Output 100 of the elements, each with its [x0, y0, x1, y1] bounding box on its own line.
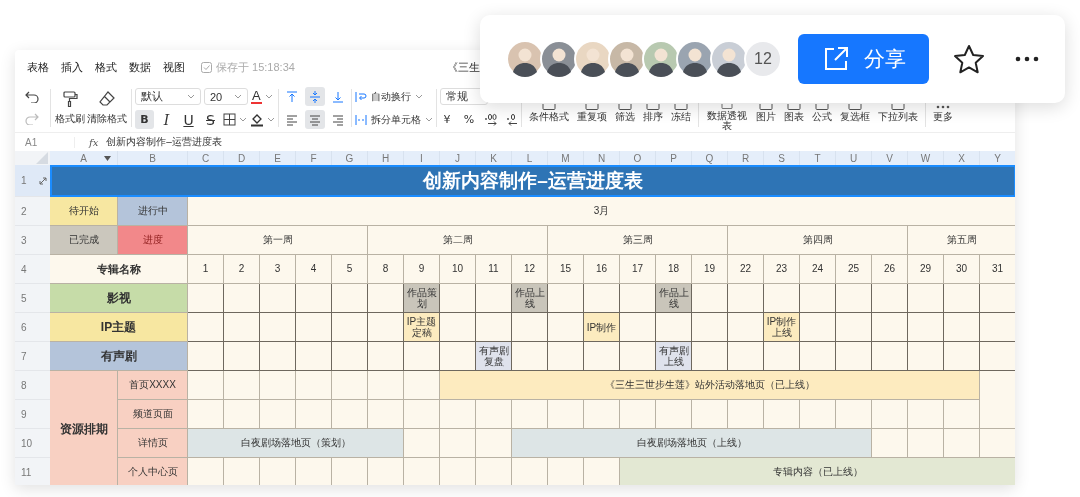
toolbar-button[interactable]: 图片 — [752, 85, 780, 131]
day-cell: 17 — [620, 255, 656, 284]
column-header[interactable]: P — [670, 152, 677, 164]
toolbar-button[interactable]: 公式 — [808, 85, 836, 131]
row-header[interactable]: 6 — [21, 321, 27, 333]
row-header[interactable]: 8 — [21, 379, 27, 391]
clear-format-button[interactable]: 清除格式 — [86, 90, 128, 126]
table-cell: 个人中心页 — [118, 458, 188, 485]
week-cell: 第一周 — [188, 226, 368, 255]
table-cell: 频道页面 — [118, 400, 188, 429]
week-cell: 第四周 — [728, 226, 908, 255]
button-label: 自动换行 — [371, 89, 411, 104]
row-header[interactable]: 9 — [21, 408, 27, 420]
day-cell: 25 — [836, 255, 872, 284]
day-cell: 19 — [692, 255, 728, 284]
day-cell: 29 — [908, 255, 944, 284]
percent-button[interactable]: % — [462, 110, 476, 129]
day-cell: 11 — [476, 255, 512, 284]
split-cells-button[interactable]: 拆分单元格 — [355, 112, 433, 127]
column-header[interactable]: F — [310, 152, 317, 164]
toolbar-button[interactable]: 筛选 — [611, 85, 639, 131]
day-cell: 26 — [872, 255, 908, 284]
row-header[interactable]: 4 — [21, 263, 27, 275]
week-cell: 第三周 — [548, 226, 728, 255]
text-style-button[interactable]: U — [179, 110, 198, 129]
row-header[interactable]: 1 — [21, 175, 27, 186]
day-cell: 23 — [764, 255, 800, 284]
formula-field[interactable]: 创新内容制作–运营进度表 — [106, 135, 222, 149]
category-cell: IP主题 — [50, 313, 188, 342]
toolbar-button[interactable]: 条件格式 — [525, 85, 573, 131]
day-cell: 2 — [224, 255, 260, 284]
cell-reference[interactable]: A1 — [15, 136, 75, 148]
button-label: 拆分单元格 — [371, 112, 421, 127]
week-cell: 第二周 — [368, 226, 548, 255]
document-title: 《三生 — [447, 59, 480, 75]
menu-item[interactable]: 格式 — [95, 59, 117, 75]
task-cell: 作品策划 — [404, 284, 440, 313]
column-header[interactable]: B — [149, 152, 156, 164]
day-cell: 30 — [944, 255, 980, 284]
column-header[interactable]: A — [80, 152, 87, 164]
row-header[interactable]: 5 — [21, 292, 27, 304]
sheet-title: 创新内容制作–运营进度表 — [50, 165, 1015, 197]
share-button[interactable]: 分享 — [798, 34, 929, 84]
font-select[interactable]: 默认 — [135, 88, 201, 105]
legend-cell: 进行中 — [118, 197, 188, 226]
toolbar-button[interactable]: 下拉列表 — [874, 85, 922, 131]
column-header[interactable]: S — [778, 152, 785, 164]
row-header[interactable]: 11 — [21, 466, 32, 478]
font-size-select[interactable]: 20 — [204, 88, 248, 105]
task-cell: 作品上线 — [656, 284, 692, 313]
column-header[interactable]: X — [958, 152, 965, 164]
menu-item[interactable]: 表格 — [27, 59, 49, 75]
schedule-bar: 专辑内容（已上线） — [620, 458, 1015, 485]
table-cell: 详情页 — [118, 429, 188, 458]
schedule-bar: 《三生三世步生莲》站外活动落地页（已上线） — [440, 371, 980, 400]
menu-item[interactable]: 视图 — [163, 59, 185, 75]
text-style-button[interactable]: I — [157, 110, 176, 129]
menu-item[interactable]: 插入 — [61, 59, 83, 75]
day-cell: 3 — [260, 255, 296, 284]
currency-button[interactable]: ¥ — [440, 110, 454, 129]
day-cell: 24 — [800, 255, 836, 284]
column-header[interactable]: E — [274, 152, 281, 164]
schedule-bar: 白夜剧场落地页（上线） — [512, 429, 872, 458]
text-style-button[interactable]: B — [135, 110, 154, 129]
legend-cell: 待开始 — [50, 197, 118, 226]
column-header[interactable]: V — [886, 152, 893, 164]
schedule-bar: 白夜剧场落地页（策划） — [188, 429, 404, 458]
column-header[interactable]: Y — [994, 152, 1001, 164]
save-status: 保存于 15:18:34 — [216, 59, 295, 75]
toolbar-button[interactable]: 复选框 — [836, 85, 874, 131]
day-cell: 10 — [440, 255, 476, 284]
column-header[interactable]: J — [455, 152, 460, 164]
text-style-button[interactable]: S — [201, 110, 220, 129]
toolbar-button[interactable]: 数据透视表 — [702, 85, 752, 131]
legend-cell: 进度 — [118, 226, 188, 255]
wrap-text-button[interactable]: 自动换行 — [355, 89, 423, 104]
function-label: fx — [89, 136, 99, 148]
day-cell: 1 — [188, 255, 224, 284]
column-header[interactable]: I — [420, 152, 423, 164]
collaborator-count[interactable]: 12 — [744, 40, 782, 78]
menu-item[interactable]: 数据 — [129, 59, 151, 75]
row-header[interactable]: 3 — [21, 234, 27, 246]
column-header[interactable]: L — [526, 152, 533, 164]
row-header[interactable]: 2 — [21, 205, 27, 217]
month-cell: 3月 — [188, 197, 1015, 226]
category-cell: 影视 — [50, 284, 188, 313]
font-color-button[interactable]: A — [251, 89, 262, 104]
column-header[interactable]: K — [490, 152, 497, 164]
row-header[interactable]: 7 — [21, 350, 27, 362]
toolbar-button[interactable]: 图表 — [780, 85, 808, 131]
toolbar-button[interactable]: 冻结 — [667, 85, 695, 131]
toolbar-button[interactable]: 排序 — [639, 85, 667, 131]
row-header[interactable]: 10 — [21, 437, 33, 449]
format-painter-button[interactable]: 格式刷 — [54, 90, 86, 126]
toolbar-button[interactable]: 重复项 — [573, 85, 611, 131]
task-cell: 有声剧复盘 — [476, 342, 512, 371]
column-header[interactable]: T — [814, 152, 821, 164]
task-cell: 有声剧上线 — [656, 342, 692, 371]
task-cell: 作品上线 — [512, 284, 548, 313]
table-cell: 首页XXXX — [118, 371, 188, 400]
